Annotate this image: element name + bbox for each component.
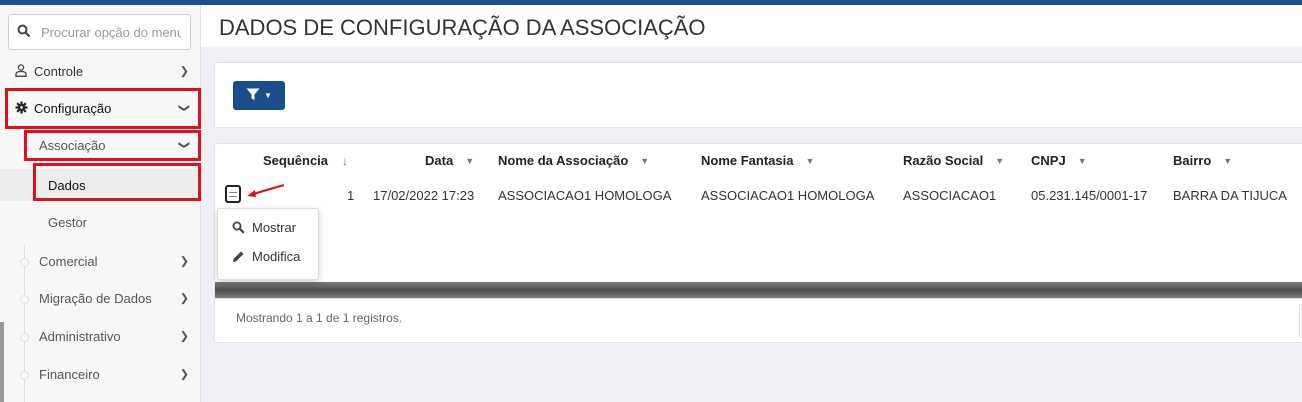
sidebar-item-label: Financeiro: [39, 366, 100, 382]
column-header-label: Sequência: [263, 153, 329, 168]
sidebar-scrollbar[interactable]: [0, 322, 4, 402]
caret-down-icon: ▼: [995, 155, 1005, 166]
highlight-box-dados: [33, 163, 201, 201]
column-header-bairro[interactable]: Bairro ▼: [1173, 153, 1232, 168]
menu-search[interactable]: [8, 14, 191, 50]
menu-item-label: Modifica: [252, 249, 301, 264]
horizontal-scrollbar[interactable]: [215, 282, 1302, 298]
chevron-right-icon: ❯: [179, 368, 189, 381]
sidebar-item-controle[interactable]: Controle ❯: [0, 58, 201, 84]
column-header-label: Nome da Associação: [498, 153, 629, 168]
red-arrow-annotation: [247, 183, 285, 197]
cell-bairro: BARRA DA TIJUCA: [1173, 188, 1287, 203]
caret-down-icon: ▼: [805, 155, 815, 166]
table-info: Mostrando 1 a 1 de 1 registros.: [236, 311, 403, 325]
caret-down-icon: ▼: [264, 91, 272, 100]
sidebar-item-administrativo[interactable]: Administrativo ❯: [0, 324, 201, 348]
chevron-right-icon: ❯: [179, 330, 189, 343]
column-header-data[interactable]: Data ▼: [425, 153, 474, 168]
chevron-right-icon: ❯: [179, 65, 189, 78]
sidebar-item-gestor[interactable]: Gestor: [0, 210, 201, 234]
cell-data: 17/02/2022 17:23: [373, 188, 475, 203]
column-header-nome-da-associacao[interactable]: Nome da Associação ▼: [498, 153, 649, 168]
divider: [215, 298, 1302, 299]
page-title: DADOS DE CONFIGURAÇÃO DA ASSOCIAÇÃO: [219, 15, 706, 40]
column-header-label: Bairro: [1173, 153, 1212, 168]
menu-item-label: Mostrar: [252, 220, 297, 235]
column-header-label: Data: [425, 153, 454, 168]
column-header-label: Razão Social: [903, 153, 984, 168]
caret-down-icon: ▼: [465, 155, 475, 166]
sidebar-item-comercial[interactable]: Comercial ❯: [0, 249, 201, 273]
sidebar-item-label: Migração de Dados: [39, 290, 152, 306]
sidebar: Controle ❯ Configuração ❯ Associação ❯ D…: [0, 5, 201, 402]
search-icon: [232, 221, 246, 234]
highlight-box-configuracao: [5, 88, 201, 129]
menu-item-modifica[interactable]: Modifica: [232, 249, 300, 264]
cell-nome-da-associacao: ASSOCIACAO1 HOMOLOGA: [498, 188, 672, 203]
search-input[interactable]: [41, 24, 181, 40]
sidebar-item-migracao-de-dados[interactable]: Migração de Dados ❯: [0, 286, 201, 310]
sidebar-item-label: Gestor: [48, 214, 88, 230]
sidebar-item-label: Controle: [34, 63, 84, 79]
pencil-icon: [232, 250, 246, 263]
chevron-right-icon: ❯: [179, 255, 189, 268]
sort-desc-icon: ↓: [342, 153, 349, 168]
sidebar-item-financeiro[interactable]: Financeiro ❯: [0, 362, 201, 386]
row-actions-menu-button[interactable]: [225, 185, 241, 203]
cell-sequencia: 1: [347, 188, 355, 203]
cell-razao-social: ASSOCIACAO1: [903, 188, 997, 203]
search-icon: [17, 24, 31, 41]
caret-down-icon: ▼: [1223, 155, 1233, 166]
cell-cnpj: 05.231.145/0001-17: [1031, 188, 1148, 203]
column-header-sequencia[interactable]: Sequência ↓: [263, 153, 348, 168]
filter-icon: [246, 88, 260, 104]
main-content: DADOS DE CONFIGURAÇÃO DA ASSOCIAÇÃO ▼ Se…: [201, 5, 1302, 402]
title-bar: DADOS DE CONFIGURAÇÃO DA ASSOCIAÇÃO: [201, 5, 1302, 47]
sidebar-item-label: Comercial: [39, 253, 98, 269]
menu-item-mostrar[interactable]: Mostrar: [232, 220, 296, 235]
highlight-box-associacao: [24, 130, 201, 161]
column-header-razao-social[interactable]: Razão Social ▼: [903, 153, 1004, 168]
cell-nome-fantasia: ASSOCIACAO1 HOMOLOGA: [701, 188, 875, 203]
caret-down-icon: ▼: [1077, 155, 1087, 166]
column-header-label: Nome Fantasia: [701, 153, 794, 168]
filter-dropdown-button[interactable]: ▼: [233, 81, 285, 110]
filter-card: ▼: [214, 62, 1302, 128]
sidebar-item-label: Administrativo: [39, 328, 121, 344]
caret-down-icon: ▼: [640, 155, 650, 166]
column-header-cnpj[interactable]: CNPJ ▼: [1031, 153, 1087, 168]
data-table-card: Sequência ↓ Data ▼ Nome da Associação ▼ …: [214, 143, 1302, 343]
user-icon: [15, 64, 27, 80]
chevron-right-icon: ❯: [179, 292, 189, 305]
row-actions-dropdown: Mostrar Modifica: [217, 208, 319, 280]
column-header-nome-fantasia[interactable]: Nome Fantasia ▼: [701, 153, 814, 168]
column-header-label: CNPJ: [1031, 153, 1066, 168]
